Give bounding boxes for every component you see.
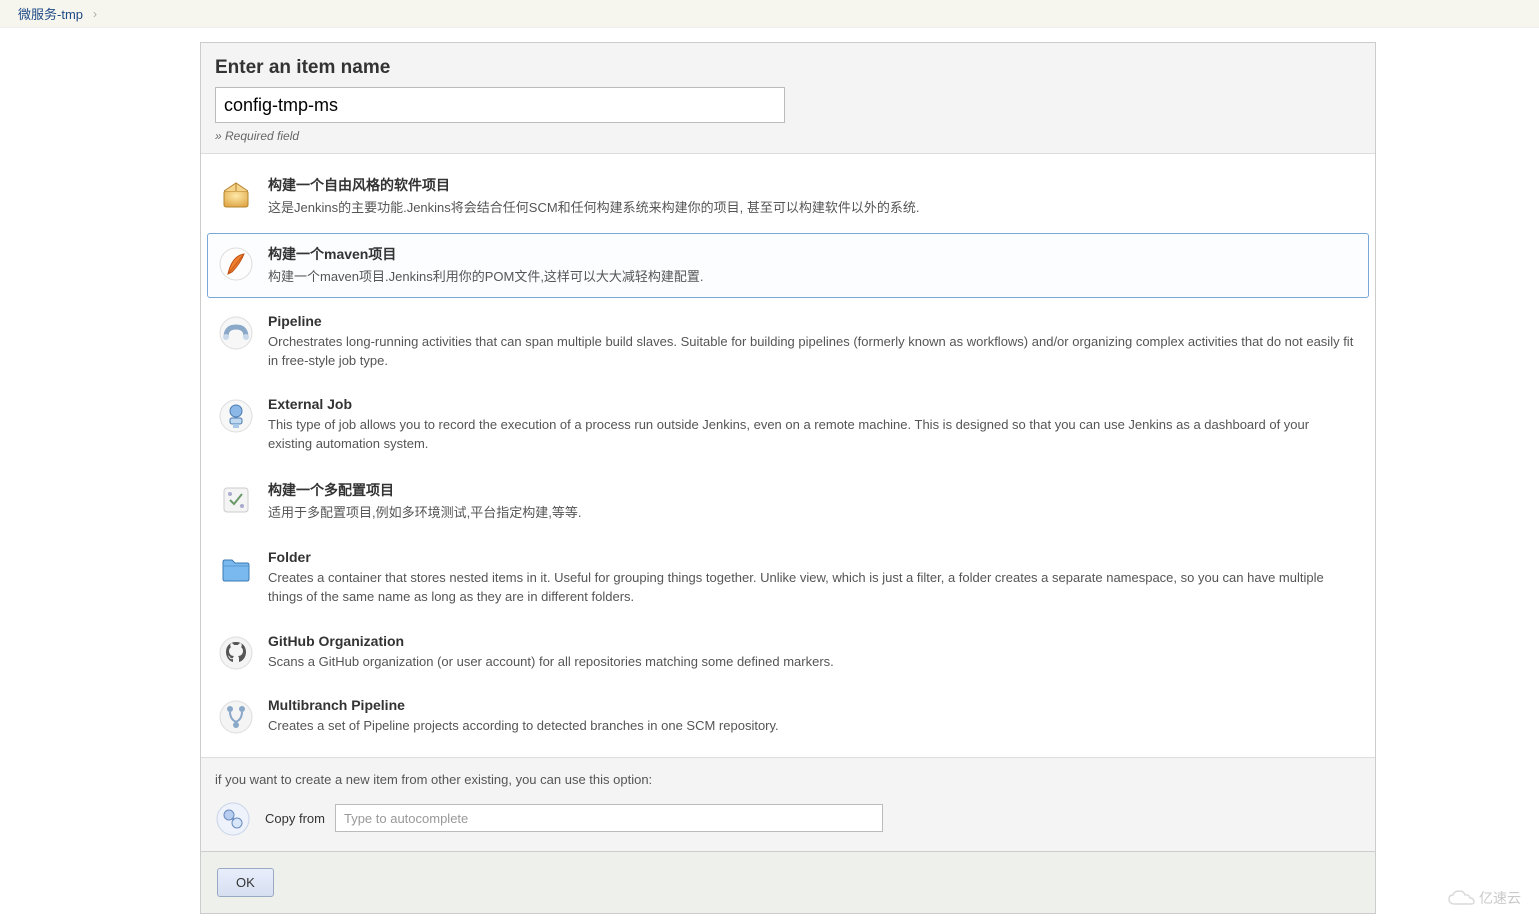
copy-icon: [215, 801, 251, 837]
item-type-title: Multibranch Pipeline: [268, 697, 1356, 713]
ok-button[interactable]: OK: [217, 868, 274, 897]
item-type-desc: 构建一个maven项目.Jenkins利用你的POM文件,这样可以大大减轻构建配…: [268, 268, 1356, 287]
panel-header: Enter an item name » Required field: [201, 43, 1375, 154]
box-icon: [218, 177, 254, 213]
multiconfig-icon: [218, 482, 254, 518]
item-type-desc: Orchestrates long-running activities tha…: [268, 333, 1356, 371]
copy-from-input[interactable]: [335, 804, 883, 832]
page-title: Enter an item name: [215, 57, 1361, 79]
item-type-pipeline[interactable]: Pipeline Orchestrates long-running activi…: [207, 302, 1369, 382]
item-type-desc: Creates a container that stores nested i…: [268, 569, 1356, 607]
copy-from-label: Copy from: [265, 811, 325, 826]
folder-icon: [218, 551, 254, 587]
item-type-title: Pipeline: [268, 313, 1356, 329]
breadcrumb-bar: 微服务-tmp ›: [0, 0, 1539, 28]
item-type-maven[interactable]: 构建一个maven项目构建一个maven项目.Jenkins利用你的POM文件,…: [207, 233, 1369, 298]
item-type-githuborg[interactable]: GitHub Organization Scans a GitHub organi…: [207, 622, 1369, 683]
item-type-external[interactable]: External Job This type of job allows you …: [207, 385, 1369, 465]
item-type-title: 构建一个maven项目: [268, 244, 1356, 264]
multibranch-icon: [218, 699, 254, 735]
item-type-title: 构建一个自由风格的软件项目: [268, 175, 1356, 195]
watermark: 亿速云: [1447, 888, 1521, 908]
item-type-desc: Creates a set of Pipeline projects accor…: [268, 717, 1356, 736]
breadcrumb-item[interactable]: 微服务-tmp: [18, 4, 83, 23]
breadcrumb-separator: ›: [93, 7, 97, 21]
item-type-desc: This type of job allows you to record th…: [268, 416, 1356, 454]
github-icon: [218, 635, 254, 671]
item-name-input[interactable]: [215, 87, 785, 123]
feather-icon: [218, 246, 254, 282]
cloud-icon: [1447, 889, 1475, 907]
required-field-note: » Required field: [215, 129, 1361, 143]
item-type-title: GitHub Organization: [268, 633, 1356, 649]
item-type-title: 构建一个多配置项目: [268, 480, 1356, 500]
item-type-desc: Scans a GitHub organization (or user acc…: [268, 653, 1356, 672]
item-type-multibranch[interactable]: Multibranch Pipeline Creates a set of Pip…: [207, 686, 1369, 747]
item-type-title: Folder: [268, 549, 1356, 565]
footer-panel: OK: [200, 852, 1376, 914]
item-type-desc: 适用于多配置项目,例如多环境测试,平台指定构建,等等.: [268, 504, 1356, 523]
new-item-panel: Enter an item name » Required field 构建一个…: [200, 42, 1376, 852]
pipeline-icon: [218, 315, 254, 351]
item-type-list: 构建一个自由风格的软件项目这是Jenkins的主要功能.Jenkins将会结合任…: [201, 154, 1375, 757]
copy-from-section: if you want to create a new item from ot…: [201, 757, 1375, 851]
item-type-title: External Job: [268, 396, 1356, 412]
item-type-desc: 这是Jenkins的主要功能.Jenkins将会结合任何SCM和任何构建系统来构…: [268, 199, 1356, 218]
item-type-freestyle[interactable]: 构建一个自由风格的软件项目这是Jenkins的主要功能.Jenkins将会结合任…: [207, 164, 1369, 229]
watermark-text: 亿速云: [1479, 888, 1521, 908]
item-type-multiconfig[interactable]: 构建一个多配置项目适用于多配置项目,例如多环境测试,平台指定构建,等等.: [207, 469, 1369, 534]
item-type-folder[interactable]: Folder Creates a container that stores ne…: [207, 538, 1369, 618]
externaljob-icon: [218, 398, 254, 434]
copy-from-note: if you want to create a new item from ot…: [215, 772, 1361, 787]
